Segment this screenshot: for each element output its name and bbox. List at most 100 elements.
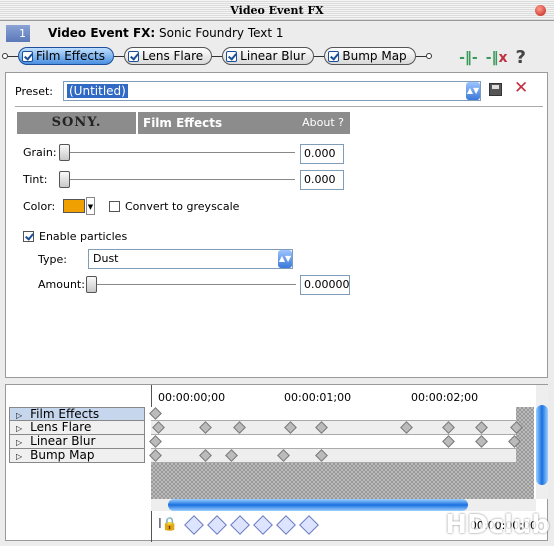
checkbox-icon[interactable] [128,50,139,62]
keyframe-marker[interactable] [149,435,162,448]
next-keyframe-icon[interactable] [230,514,250,535]
prev-keyframe-icon[interactable] [207,514,227,535]
preset-value: (Untitled) [67,84,128,98]
delete-keyframe-icon[interactable] [299,514,319,535]
amount-slider[interactable] [86,276,296,294]
track-label: Lens Flare [30,420,92,434]
preset-label: Preset: [15,84,54,98]
keyframe-marker[interactable] [315,449,329,462]
chain-item-linear-blur[interactable]: Linear Blur [222,47,315,65]
expand-icon[interactable]: ▷ [16,452,22,461]
greyscale-label: Convert to greyscale [125,199,240,213]
greyscale-checkbox[interactable] [109,200,120,212]
help-icon[interactable]: ? [516,47,526,68]
track-film-effects[interactable]: ▷ Film Effects [9,407,145,421]
track-label: Bump Map [30,448,95,462]
ruler-label: 00:00:01;00 [284,391,352,404]
ruler-label: 00:00:02;00 [411,391,479,404]
add-keyframe-icon[interactable] [276,514,296,535]
plugin-chain: Film Effects Lens Flare Linear Blur Bump… [2,47,432,65]
close-button[interactable] [535,5,546,16]
chain-item-bump-map[interactable]: Bump Map [324,47,416,65]
first-keyframe-icon[interactable] [184,514,204,535]
keyframe-area[interactable] [149,407,534,499]
plugin-chain-icon[interactable]: -‖- [459,50,478,66]
keyframe-marker[interactable] [198,449,212,462]
keyframe-marker[interactable] [509,421,523,434]
color-label: Color: [23,199,56,213]
chain-label: Lens Flare [142,49,204,63]
keyframe-marker[interactable] [225,449,239,462]
track-bump-map[interactable]: ▷ Bump Map [9,449,145,463]
keyframe-marker[interactable] [315,421,329,434]
color-dropdown-icon[interactable]: ▼ [86,197,95,215]
chain-item-lens-flare[interactable]: Lens Flare [124,47,213,65]
track-label: Film Effects [30,407,100,421]
plugin-panel: Preset: (Untitled) ▲▼ ✕ SONY. Film Effect… [5,72,548,378]
dropdown-arrow-icon[interactable]: ▲▼ [466,82,480,100]
amount-input[interactable]: 0.00000 [300,275,350,295]
grain-slider[interactable] [59,144,295,162]
header-value: Sonic Foundry Text 1 [159,26,284,40]
keyframe-marker[interactable] [149,449,162,462]
keyframe-marker[interactable] [277,449,291,462]
keyframe-marker[interactable] [475,435,489,448]
grain-label: Grain: [23,146,57,159]
keyframe-marker[interactable] [400,421,414,434]
delete-preset-icon[interactable]: ✕ [514,78,528,98]
event-number: 1 [6,24,30,42]
expand-icon[interactable]: ▷ [16,438,22,447]
keyframe-marker[interactable] [283,421,297,434]
ruler-label: 00:00:00;00 [158,391,226,404]
checkbox-icon[interactable] [226,50,238,62]
remove-plugin-icon[interactable]: -‖x [486,50,508,66]
preset-dropdown[interactable]: (Untitled) ▲▼ [63,81,481,101]
about-button[interactable]: About ? [302,112,344,134]
last-keyframe-icon[interactable] [253,514,273,535]
expand-icon[interactable]: ▷ [16,424,22,433]
track-linear-blur[interactable]: ▷ Linear Blur [9,435,145,449]
amount-label: Amount: [38,278,85,291]
keyframe-marker[interactable] [198,421,212,434]
keyframe-row[interactable] [149,449,516,463]
checkbox-icon[interactable] [22,50,33,62]
keyframe-marker[interactable] [475,421,489,434]
slider-thumb[interactable] [86,276,97,293]
save-preset-icon[interactable] [489,83,502,96]
chain-label: Bump Map [342,49,407,63]
chain-item-film-effects[interactable]: Film Effects [18,47,114,65]
keyframe-marker[interactable] [232,421,246,434]
color-swatch[interactable] [63,199,85,213]
chain-label: Film Effects [36,49,105,63]
keyframe-row[interactable] [149,407,516,421]
keyframe-row[interactable] [149,435,522,449]
tint-input[interactable]: 0.000 [300,170,344,190]
tint-slider[interactable] [59,171,295,189]
chain-label: Linear Blur [240,49,306,63]
slider-thumb[interactable] [59,171,70,188]
divider [15,106,543,107]
event-header: 1 Video Event FX: Sonic Foundry Text 1 [6,24,284,42]
keyframe-marker[interactable] [151,421,165,434]
keyframe-marker[interactable] [149,407,162,420]
checkbox-icon[interactable] [328,50,340,62]
grain-input[interactable]: 0.000 [300,144,344,164]
scroll-thumb[interactable] [168,499,468,511]
keyframe-marker[interactable] [442,421,456,434]
keyframe-marker[interactable] [442,435,456,448]
title-bar: Video Event FX [0,0,554,21]
keyframe-marker[interactable] [508,435,522,448]
keyframe-row[interactable] [151,421,523,435]
track-lens-flare[interactable]: ▷ Lens Flare [9,421,145,435]
type-dropdown[interactable]: Dust ▲▼ [88,249,293,269]
type-value: Dust [93,252,119,265]
dropdown-arrow-icon[interactable]: ▲▼ [278,250,292,268]
vertical-scrollbar[interactable] [536,385,548,499]
time-ruler[interactable]: 00:00:00;00 00:00:01;00 00:00:02;00 [151,385,534,407]
expand-icon[interactable]: ▷ [16,411,22,420]
window-title: Video Event FX [230,4,324,17]
scroll-thumb[interactable] [536,405,548,485]
enable-particles-checkbox[interactable] [23,231,34,242]
lock-envelopes-icon[interactable]: I🔒 [158,517,178,532]
slider-thumb[interactable] [59,144,70,161]
